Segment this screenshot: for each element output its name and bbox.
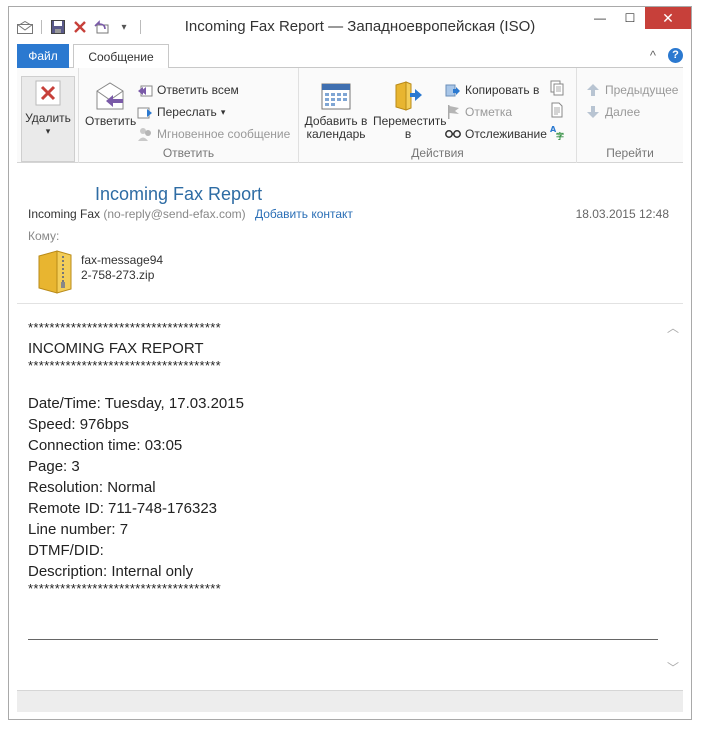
reply-all-label: Ответить всем — [157, 83, 239, 97]
vertical-scrollbar[interactable]: ︿ ﹀ — [663, 305, 683, 690]
ribbon: Удалить ▾ Ответить Ответить всем Пересла… — [17, 68, 683, 163]
message-header: Incoming Fax Report Incoming Fax (no-rep… — [17, 164, 683, 304]
zip-folder-icon — [37, 250, 73, 297]
copy-folder-icon — [445, 82, 461, 98]
arrow-down-icon — [585, 104, 601, 120]
move-to-label-line2: в — [404, 127, 412, 141]
body-stars-top: ************************************ — [28, 320, 221, 335]
people-icon — [137, 126, 153, 142]
previous-button[interactable]: Предыдущее — [585, 82, 678, 98]
sender-address: (no-reply@send-efax.com) — [103, 207, 246, 221]
ribbon-group-actions: Добавить в календарь Переместить в Копир… — [299, 68, 577, 163]
group-label-goto: Перейти — [606, 146, 654, 160]
body-line-number: Line number: 7 — [28, 521, 129, 538]
scroll-up-icon[interactable]: ︿ — [667, 319, 679, 336]
arrow-up-icon — [585, 82, 601, 98]
group-label-actions: Действия — [411, 146, 464, 160]
body-date-time: Date/Time: Tuesday, 17.03.2015 — [28, 395, 244, 412]
title-bar: ▾ Incoming Fax Report — Западноевропейск… — [9, 7, 691, 43]
forward-label: Переслать — [157, 105, 217, 119]
window-controls: — ☐ ✕ — [585, 7, 691, 29]
from-line: Incoming Fax (no-reply@send-efax.com) До… — [28, 207, 353, 221]
ribbon-group-respond: Ответить Ответить всем Переслать ▾ Мгнов… — [79, 68, 299, 163]
view-source-button[interactable] — [549, 102, 565, 118]
attachment-filename: fax-message942-758-273.zip — [81, 253, 164, 282]
move-to-button[interactable]: Переместить в — [373, 80, 447, 141]
message-window: ▾ Incoming Fax Report — Западноевропейск… — [8, 6, 692, 720]
body-heading: INCOMING FAX REPORT — [28, 340, 204, 357]
tab-file[interactable]: Файл — [17, 44, 69, 68]
forward-icon — [137, 104, 153, 120]
move-folder-icon — [391, 80, 425, 112]
delete-label: Удалить — [25, 111, 71, 125]
body-horizontal-rule — [28, 639, 658, 640]
help-icon[interactable]: ? — [668, 48, 683, 63]
body-text: ************************************ INC… — [28, 321, 244, 595]
attachment[interactable]: fax-message942-758-273.zip — [37, 250, 165, 297]
translate-icon: A字 — [549, 124, 565, 140]
next-button[interactable]: Далее — [585, 104, 640, 120]
translate-button[interactable]: A字 — [549, 124, 565, 140]
header-divider — [17, 303, 683, 304]
document-copy-icon — [549, 80, 565, 96]
previous-label: Предыдущее — [605, 83, 679, 97]
instant-message-label: Мгновенное сообщение — [157, 127, 291, 141]
body-stars-bottom: ************************************ — [28, 581, 221, 596]
message-subject: Incoming Fax Report — [95, 184, 263, 204]
body-page: Page: 3 — [28, 458, 80, 475]
glasses-icon — [445, 126, 461, 142]
calendar-icon — [319, 80, 353, 112]
body-description: Description: Internal only — [28, 563, 194, 580]
flag-icon — [445, 104, 461, 120]
delete-button[interactable]: Удалить ▾ — [21, 76, 75, 162]
ribbon-options: ^ ? — [650, 48, 683, 63]
maximize-button[interactable]: ☐ — [615, 7, 645, 29]
document-icon — [549, 102, 565, 118]
ribbon-tabs: Файл Сообщение ^ ? — [17, 44, 683, 69]
to-label: Кому: — [28, 229, 60, 243]
instant-message-button[interactable]: Мгновенное сообщение — [137, 126, 290, 142]
reply-button[interactable]: Ответить — [85, 80, 137, 128]
add-to-calendar-button[interactable]: Добавить в календарь — [303, 80, 369, 141]
flag-label: Отметка — [465, 105, 513, 119]
status-bar — [17, 690, 683, 712]
tab-message[interactable]: Сообщение — [73, 44, 169, 69]
svg-text:字: 字 — [556, 131, 564, 140]
minimize-button[interactable]: — — [585, 7, 615, 29]
collapse-ribbon-icon[interactable]: ^ — [650, 48, 656, 63]
more-actions-button[interactable] — [549, 80, 565, 96]
sender-name[interactable]: Incoming Fax — [28, 207, 100, 221]
reply-icon — [93, 80, 127, 112]
reply-all-icon — [137, 82, 153, 98]
tracking-button[interactable]: Отслеживание — [445, 126, 547, 142]
close-button[interactable]: ✕ — [645, 7, 691, 29]
body-connection-time: Connection time: 03:05 — [28, 437, 183, 454]
ribbon-group-delete: Удалить ▾ — [17, 68, 79, 163]
body-speed: Speed: 976bps — [28, 416, 129, 433]
forward-button[interactable]: Переслать ▾ — [137, 104, 225, 120]
forward-dropdown-icon: ▾ — [220, 106, 226, 117]
next-label: Далее — [605, 105, 641, 119]
delete-dropdown-icon: ▾ — [45, 126, 51, 136]
reply-all-button[interactable]: Ответить всем — [137, 82, 239, 98]
body-stars-mid: ************************************ — [28, 358, 221, 373]
copy-to-button[interactable]: Копировать в — [445, 82, 539, 98]
copy-to-label: Копировать в — [465, 83, 540, 97]
message-date: 18.03.2015 12:48 — [575, 207, 669, 221]
ribbon-group-goto: Предыдущее Далее Перейти — [577, 68, 683, 163]
add-to-calendar-label-line2: календарь — [306, 127, 366, 141]
reply-label: Ответить — [85, 114, 137, 128]
body-remote-id: Remote ID: 711-748-176323 — [28, 500, 218, 517]
delete-icon — [31, 77, 65, 109]
tracking-label: Отслеживание — [465, 127, 547, 141]
group-label-respond: Ответить — [162, 146, 215, 160]
flag-button[interactable]: Отметка — [445, 104, 512, 120]
body-dtmf: DTMF/DID: — [28, 542, 104, 559]
scroll-down-icon[interactable]: ﹀ — [667, 659, 679, 676]
body-resolution: Resolution: Normal — [28, 479, 156, 496]
add-contact-link[interactable]: Добавить контакт — [255, 207, 353, 221]
message-body: ************************************ INC… — [17, 305, 683, 690]
